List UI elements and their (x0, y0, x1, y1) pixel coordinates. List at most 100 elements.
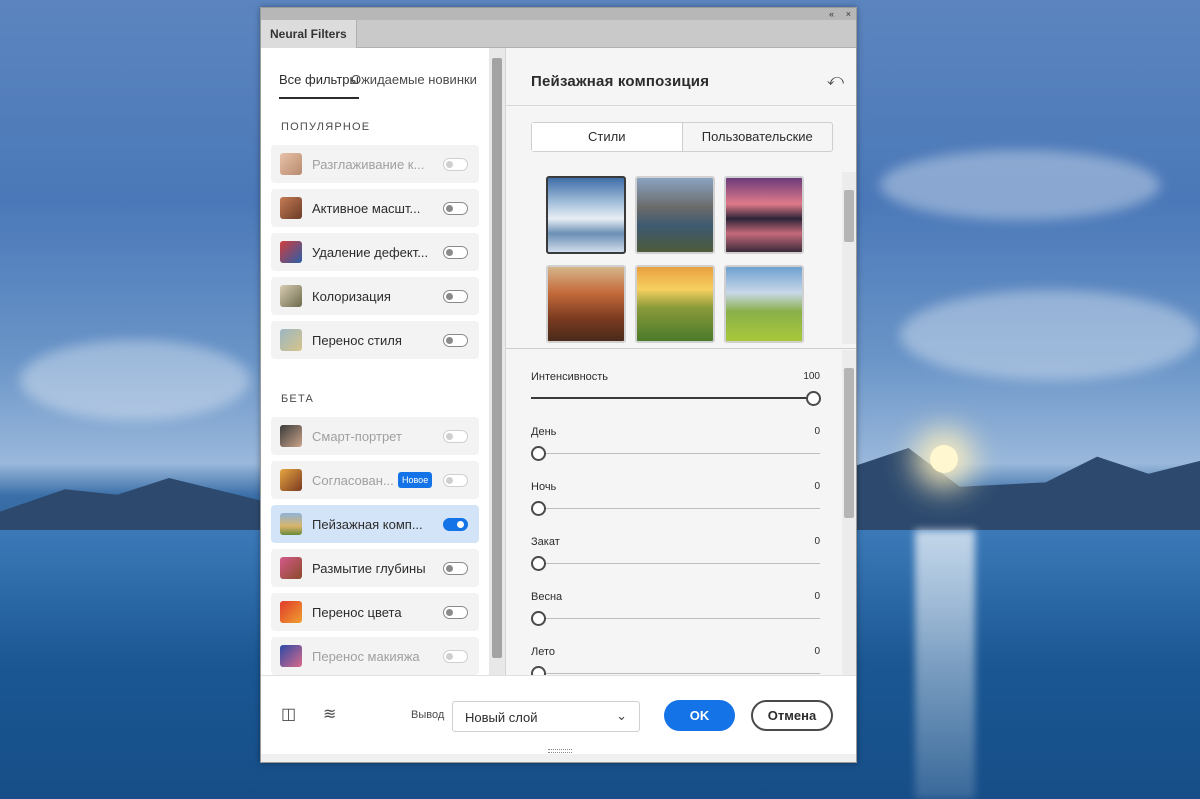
slider-handle[interactable] (531, 501, 546, 516)
slider-handle[interactable] (531, 446, 546, 461)
filter-toggle[interactable] (443, 158, 468, 171)
filter-toggle[interactable] (443, 474, 468, 487)
slider-track[interactable] (531, 673, 820, 674)
slider-label: День (531, 426, 557, 438)
slider-track[interactable] (531, 618, 820, 619)
filter-toggle[interactable] (443, 246, 468, 259)
titlebar: « × (261, 8, 856, 20)
filter-label: Размытие глубины (312, 561, 426, 576)
slider-label: Интенсивность (531, 371, 609, 383)
filter-thumbnail (280, 601, 302, 623)
slider-track[interactable] (531, 563, 820, 564)
dialog-footer: ◫ ≋ Вывод Новый слой ⌄ OK Отмена (261, 675, 856, 754)
slider-intensity[interactable]: Интенсивность 100 (531, 371, 821, 411)
ok-button[interactable]: OK (664, 700, 735, 731)
slider-day[interactable]: День 0 (531, 426, 820, 466)
compare-icon[interactable]: ◫ (281, 704, 296, 724)
filter-thumbnail (280, 153, 302, 175)
filter-thumbnail (280, 197, 302, 219)
filter-item-skin-smoothing[interactable]: Разглаживание к... (271, 145, 479, 183)
filter-label: Перенос макияжа (312, 649, 420, 664)
filter-toggle[interactable] (443, 430, 468, 443)
filter-label: Удаление дефект... (312, 245, 429, 260)
filter-thumbnail (280, 425, 302, 447)
filter-label: Колоризация (312, 289, 391, 304)
scrollbar-thumb[interactable] (492, 58, 502, 658)
style-thumbnail-sunrise-hills[interactable] (635, 265, 715, 343)
style-thumbnail-green-meadow[interactable] (724, 265, 804, 343)
filter-label: Активное масшт... (312, 201, 421, 216)
panel-tab-neural-filters[interactable]: Neural Filters (261, 20, 357, 48)
filter-thumbnail (280, 469, 302, 491)
layers-icon[interactable]: ≋ (323, 704, 336, 724)
tab-upcoming[interactable]: Ожидаемые новинки (351, 72, 477, 87)
filter-toggle[interactable] (443, 650, 468, 663)
filter-toggle[interactable] (443, 334, 468, 347)
slider-handle[interactable] (531, 666, 546, 675)
slider-handle[interactable] (531, 611, 546, 626)
slider-value: 0 (814, 646, 820, 657)
collapse-icon[interactable]: « (829, 8, 834, 20)
filter-label: Перенос цвета (312, 605, 402, 620)
filter-thumbnail (280, 645, 302, 667)
divider (506, 348, 856, 349)
filter-item-harmonization[interactable]: Согласован... Новое (271, 461, 479, 499)
slider-value: 0 (814, 591, 820, 602)
style-thumbnail-sunset-peak[interactable] (724, 176, 804, 254)
scrollbar-thumb[interactable] (844, 190, 854, 242)
slider-spring[interactable]: Весна 0 (531, 591, 820, 631)
segment-custom[interactable]: Пользовательские (683, 123, 833, 151)
reset-icon[interactable]: ⤺ (827, 72, 844, 90)
neural-filters-dialog: « × Neural Filters Все фильтры Ожидаемые… (260, 7, 857, 763)
filter-toggle[interactable] (443, 606, 468, 619)
filter-toggle[interactable] (443, 290, 468, 303)
tab-all-filters[interactable]: Все фильтры (279, 72, 359, 99)
slider-value: 100 (803, 371, 820, 382)
filter-item-smart-portrait[interactable]: Смарт-портрет (271, 417, 479, 455)
filter-thumbnail (280, 557, 302, 579)
slider-handle[interactable] (806, 391, 821, 406)
filter-item-color-transfer[interactable]: Перенос цвета (271, 593, 479, 631)
close-icon[interactable]: × (846, 8, 851, 20)
filter-toggle[interactable] (443, 562, 468, 575)
slider-handle[interactable] (531, 556, 546, 571)
filter-item-depth-blur[interactable]: Размытие глубины (271, 549, 479, 587)
resize-grip[interactable] (548, 749, 572, 753)
filter-item-jpeg-artifacts-removal[interactable]: Удаление дефект... (271, 233, 479, 271)
segment-styles[interactable]: Стили (532, 123, 683, 151)
filter-item-style-transfer[interactable]: Перенос стиля (271, 321, 479, 359)
slider-sunset[interactable]: Закат 0 (531, 536, 820, 576)
slider-track[interactable] (531, 453, 820, 454)
filter-thumbnail (280, 329, 302, 351)
filter-item-makeup-transfer[interactable]: Перенос макияжа (271, 637, 479, 675)
filter-toggle[interactable] (443, 518, 468, 531)
output-value: Новый слой (465, 710, 538, 725)
style-thumbnail-canyon[interactable] (546, 265, 626, 343)
filter-thumbnail (280, 285, 302, 307)
style-thumbnail-mountain-valley[interactable] (635, 176, 715, 254)
section-popular: ПОПУЛЯРНОЕ (281, 121, 371, 133)
scrollbar-thumb[interactable] (844, 368, 854, 518)
filter-item-landscape-mixer[interactable]: Пейзажная комп... (271, 505, 479, 543)
slider-label: Закат (531, 536, 560, 548)
filter-item-super-zoom[interactable]: Активное масшт... (271, 189, 479, 227)
filter-label: Перенос стиля (312, 333, 402, 348)
slider-summer[interactable]: Лето 0 (531, 646, 820, 675)
mountain-left (0, 478, 260, 534)
slider-label: Ночь (531, 481, 557, 493)
slider-track[interactable] (531, 508, 820, 509)
filter-item-colorize[interactable]: Колоризация (271, 277, 479, 315)
cancel-button[interactable]: Отмена (751, 700, 833, 731)
slider-night[interactable]: Ночь 0 (531, 481, 820, 521)
style-thumbnail-snowy-lake[interactable] (546, 176, 626, 254)
filter-thumbnail (280, 241, 302, 263)
sliders-scrollbar[interactable] (842, 350, 856, 675)
filter-label: Согласован... (312, 473, 394, 488)
filter-list-scrollbar[interactable] (489, 48, 505, 675)
filter-toggle[interactable] (443, 202, 468, 215)
thumbnails-scrollbar[interactable] (842, 172, 856, 344)
output-select[interactable]: Новый слой ⌄ (452, 701, 640, 732)
filter-label: Смарт-портрет (312, 429, 402, 444)
slider-fill (531, 397, 813, 399)
mountain-right (857, 448, 1200, 534)
